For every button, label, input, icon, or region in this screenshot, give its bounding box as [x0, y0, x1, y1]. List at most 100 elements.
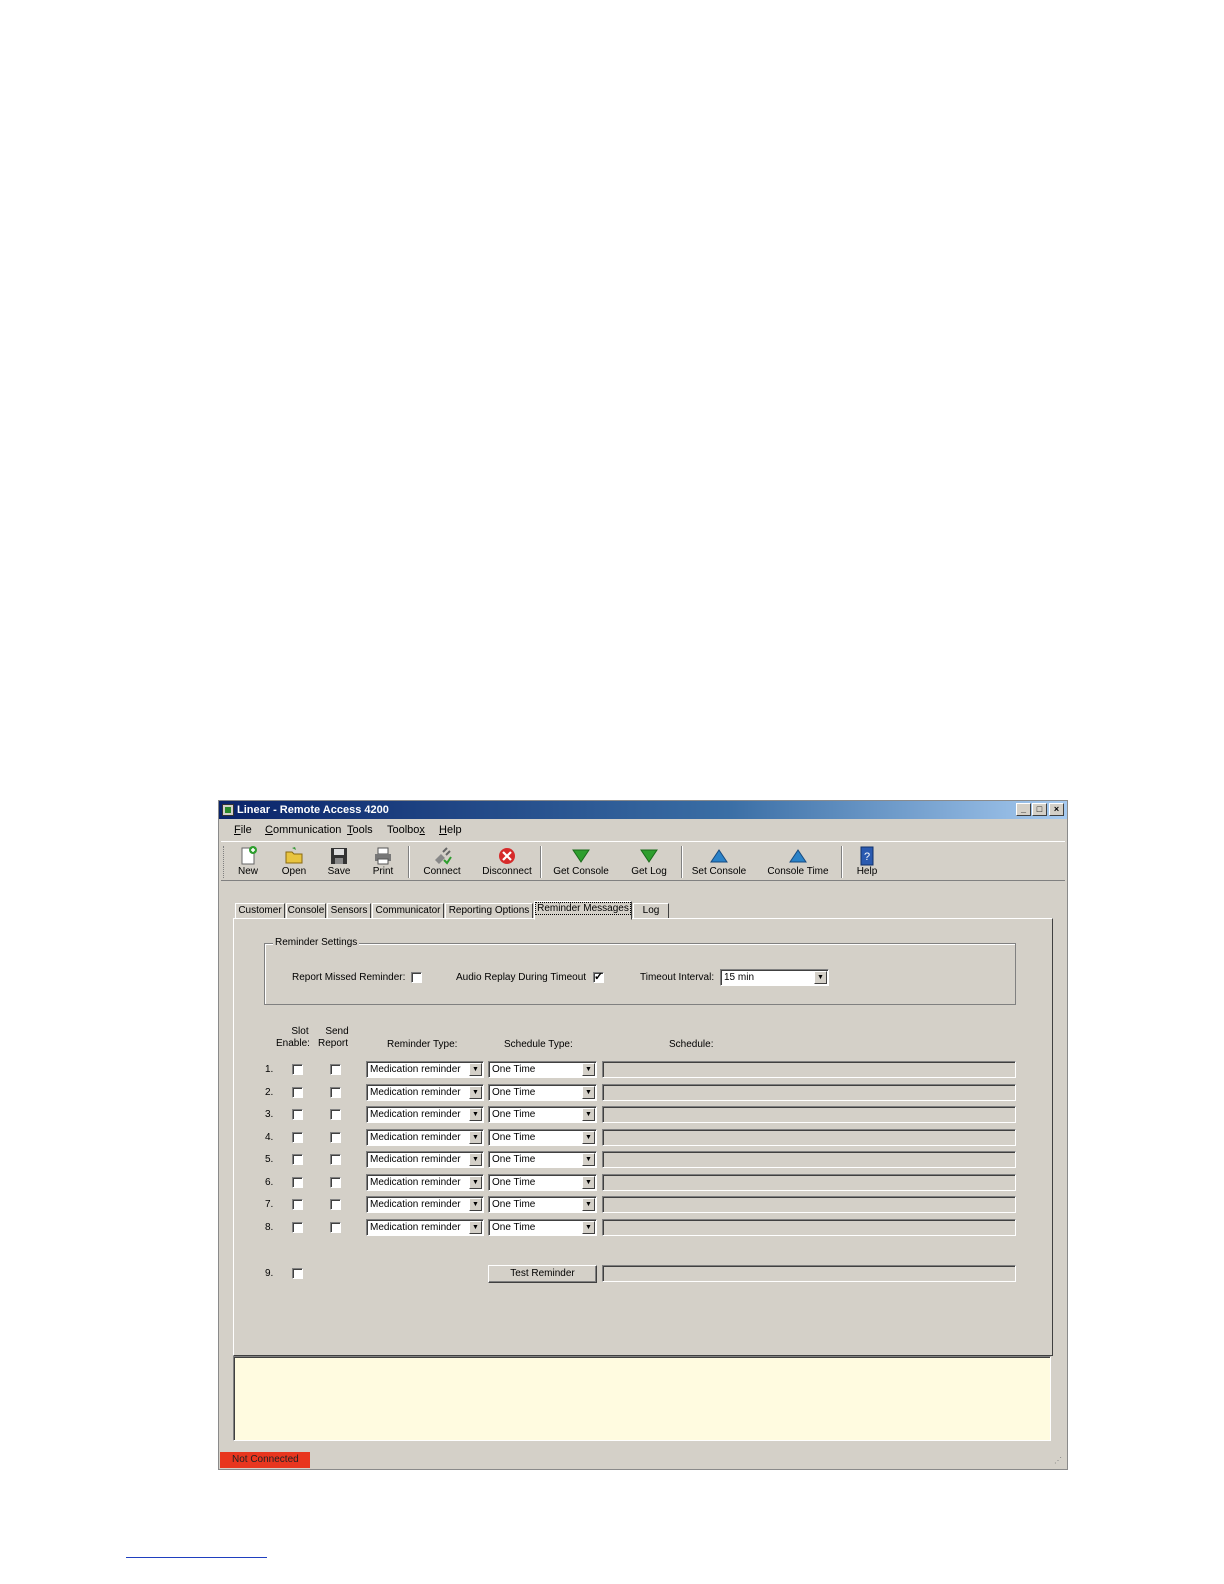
group-title: Reminder Settings: [273, 937, 360, 948]
report-missed-checkbox[interactable]: [411, 972, 422, 983]
help-button[interactable]: ? Help: [851, 842, 883, 880]
dropdown-arrow-icon[interactable]: ▼: [469, 1086, 482, 1099]
dropdown-arrow-icon[interactable]: ▼: [582, 1063, 595, 1076]
slot-header-1: Slot: [291, 1026, 309, 1037]
dropdown-arrow-icon[interactable]: ▼: [469, 1221, 482, 1234]
dropdown-arrow-icon[interactable]: ▼: [469, 1176, 482, 1189]
reminder-type-select[interactable]: Medication reminder ▼: [366, 1174, 484, 1191]
disconnect-button[interactable]: Disconnect: [479, 842, 535, 880]
get-console-button[interactable]: Get Console: [549, 842, 613, 880]
schedule-field: [602, 1106, 1016, 1123]
toolbar-grip[interactable]: [223, 846, 226, 878]
dropdown-arrow-icon[interactable]: ▼: [814, 971, 827, 984]
close-icon[interactable]: ×: [1049, 803, 1064, 816]
tab-reporting-options[interactable]: Reporting Options: [445, 903, 533, 919]
open-button[interactable]: Open: [276, 842, 312, 880]
menu-toolbox[interactable]: Toolbox: [387, 824, 425, 836]
print-button[interactable]: Print: [365, 842, 401, 880]
dropdown-arrow-icon[interactable]: ▼: [469, 1198, 482, 1211]
toolbar-separator: [540, 846, 542, 878]
schedule-type-select[interactable]: One Time ▼: [488, 1129, 597, 1146]
connect-button[interactable]: Connect: [419, 842, 465, 880]
slot-enable-checkbox[interactable]: [292, 1132, 303, 1143]
send-report-checkbox[interactable]: [330, 1222, 341, 1233]
slot-enable-checkbox[interactable]: [292, 1064, 303, 1075]
row-number: 7.: [265, 1199, 274, 1210]
send-header-1: Send: [325, 1026, 349, 1037]
dropdown-arrow-icon[interactable]: ▼: [469, 1063, 482, 1076]
send-report-checkbox[interactable]: [330, 1064, 341, 1075]
reminder-type-select[interactable]: Medication reminder ▼: [366, 1129, 484, 1146]
schedule-type-select[interactable]: One Time ▼: [488, 1174, 597, 1191]
test-slot-enable-checkbox[interactable]: [292, 1268, 303, 1279]
row-number: 6.: [265, 1177, 274, 1188]
schedule-type-header: Schedule Type:: [504, 1039, 573, 1050]
schedule-field: [602, 1061, 1016, 1078]
send-report-checkbox[interactable]: [330, 1199, 341, 1210]
send-report-checkbox[interactable]: [330, 1154, 341, 1165]
dropdown-arrow-icon[interactable]: ▼: [582, 1131, 595, 1144]
schedule-type-select[interactable]: One Time ▼: [488, 1084, 597, 1101]
dropdown-arrow-icon[interactable]: ▼: [582, 1221, 595, 1234]
tab-console[interactable]: Console: [286, 903, 326, 919]
tab-communicator[interactable]: Communicator: [372, 903, 444, 919]
reminder-type-select[interactable]: Medication reminder ▼: [366, 1061, 484, 1078]
send-report-checkbox[interactable]: [330, 1132, 341, 1143]
timeout-interval-select[interactable]: 15 min ▼: [720, 969, 829, 986]
tab-log[interactable]: Log: [633, 903, 669, 919]
send-report-checkbox[interactable]: [330, 1109, 341, 1120]
new-button[interactable]: New: [231, 842, 265, 880]
title-bar: Linear - Remote Access 4200 _ □ ×: [219, 801, 1067, 819]
reminder-type-select[interactable]: Medication reminder ▼: [366, 1106, 484, 1123]
slot-enable-checkbox[interactable]: [292, 1199, 303, 1210]
dropdown-arrow-icon[interactable]: ▼: [582, 1086, 595, 1099]
tab-customer[interactable]: Customer: [235, 903, 285, 919]
menu-communication[interactable]: Communication: [265, 824, 341, 836]
reminder-type-select[interactable]: Medication reminder ▼: [366, 1084, 484, 1101]
menu-tools[interactable]: Tools: [347, 824, 373, 836]
audio-replay-checkbox[interactable]: ✓: [593, 971, 604, 983]
get-log-button[interactable]: Get Log: [626, 842, 672, 880]
reminder-type-select[interactable]: Medication reminder ▼: [366, 1196, 484, 1213]
dropdown-arrow-icon[interactable]: ▼: [469, 1131, 482, 1144]
reminder-type-select[interactable]: Medication reminder ▼: [366, 1151, 484, 1168]
dropdown-arrow-icon[interactable]: ▼: [469, 1108, 482, 1121]
schedule-type-select[interactable]: One Time ▼: [488, 1196, 597, 1213]
floppy-disk-icon: [331, 848, 347, 864]
audio-replay-label: Audio Replay During Timeout: [456, 972, 587, 983]
resize-grip-icon[interactable]: ⋰: [1054, 1456, 1064, 1466]
schedule-type-select[interactable]: One Time ▼: [488, 1151, 597, 1168]
send-report-checkbox[interactable]: [330, 1087, 341, 1098]
maximize-icon[interactable]: □: [1032, 803, 1047, 816]
slot-enable-checkbox[interactable]: [292, 1087, 303, 1098]
menu-help[interactable]: Help: [439, 824, 462, 836]
schedule-type-select[interactable]: One Time ▼: [488, 1106, 597, 1123]
tab-sensors[interactable]: Sensors: [327, 903, 371, 919]
set-console-button[interactable]: Set Console: [688, 842, 750, 880]
dropdown-arrow-icon[interactable]: ▼: [582, 1176, 595, 1189]
slot-enable-checkbox[interactable]: [292, 1154, 303, 1165]
reminder-messages-panel: Reminder Settings Report Missed Reminder…: [233, 918, 1053, 1356]
message-area: [233, 1356, 1051, 1441]
console-time-button[interactable]: Console Time: [765, 842, 831, 880]
slot-enable-checkbox[interactable]: [292, 1109, 303, 1120]
test-schedule-field: [602, 1265, 1016, 1282]
send-report-checkbox[interactable]: [330, 1177, 341, 1188]
slot-enable-checkbox[interactable]: [292, 1177, 303, 1188]
tab-reminder-messages[interactable]: Reminder Messages: [534, 901, 632, 920]
dropdown-arrow-icon[interactable]: ▼: [582, 1153, 595, 1166]
menu-file[interactable]: File: [234, 824, 252, 836]
dropdown-arrow-icon[interactable]: ▼: [582, 1108, 595, 1121]
slot-enable-checkbox[interactable]: [292, 1222, 303, 1233]
schedule-type-select[interactable]: One Time ▼: [488, 1219, 597, 1236]
status-bar: Not Connected ⋰: [219, 1451, 1067, 1469]
save-button[interactable]: Save: [321, 842, 357, 880]
row-number: 8.: [265, 1222, 274, 1233]
reminder-type-select[interactable]: Medication reminder ▼: [366, 1219, 484, 1236]
schedule-type-select[interactable]: One Time ▼: [488, 1061, 597, 1078]
test-reminder-button[interactable]: Test Reminder: [488, 1265, 597, 1283]
dropdown-arrow-icon[interactable]: ▼: [469, 1153, 482, 1166]
dropdown-arrow-icon[interactable]: ▼: [582, 1198, 595, 1211]
green-down-arrow-icon: [572, 849, 590, 863]
minimize-icon[interactable]: _: [1016, 803, 1031, 816]
